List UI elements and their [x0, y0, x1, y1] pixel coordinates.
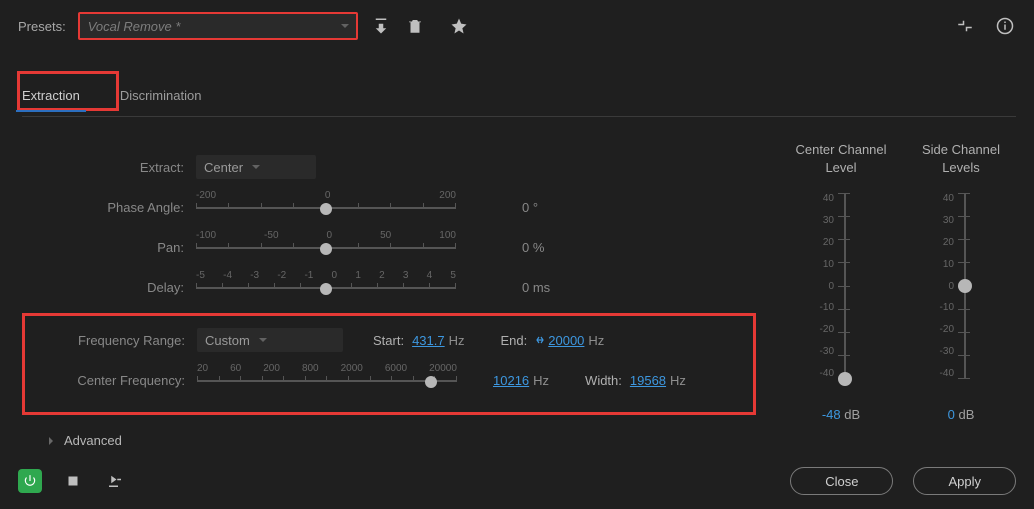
- delete-preset-button[interactable]: [404, 15, 426, 37]
- phase-slider[interactable]: -2000200: [196, 190, 456, 222]
- route-icon: [956, 17, 974, 35]
- phase-value[interactable]: 0 °: [522, 200, 538, 215]
- close-button[interactable]: Close: [790, 467, 893, 495]
- center-level-unit: dB: [844, 407, 860, 422]
- center-freq-slider[interactable]: 20602008002000600020000: [197, 363, 457, 395]
- side-level-slider[interactable]: 403020100-10-20-30-40: [936, 193, 986, 379]
- advanced-toggle[interactable]: Advanced: [46, 433, 766, 448]
- pan-label: Pan:: [22, 240, 184, 255]
- center-freq-unit: Hz: [533, 373, 549, 388]
- stop-icon: [64, 472, 82, 490]
- delay-slider[interactable]: -5-4-3-2-1012345: [196, 270, 456, 302]
- presets-label: Presets:: [18, 19, 66, 34]
- save-preset-button[interactable]: [370, 15, 392, 37]
- phase-thumb[interactable]: [320, 203, 332, 215]
- apply-button[interactable]: Apply: [913, 467, 1016, 495]
- info-button[interactable]: [994, 15, 1016, 37]
- center-level-slider[interactable]: 403020100-10-20-30-40: [816, 193, 866, 379]
- pan-thumb[interactable]: [320, 243, 332, 255]
- advanced-label: Advanced: [64, 433, 122, 448]
- tab-discrimination[interactable]: Discrimination: [120, 80, 202, 111]
- width-unit: Hz: [670, 373, 686, 388]
- side-level-ticks: 403020100-10-20-30-40: [932, 193, 954, 379]
- center-level-thumb[interactable]: [838, 372, 852, 386]
- freq-end-unit: Hz: [588, 333, 604, 348]
- save-icon: [372, 17, 390, 35]
- power-toggle[interactable]: [18, 469, 42, 493]
- freq-end-input[interactable]: 20000: [548, 333, 584, 348]
- extract-label: Extract:: [22, 160, 184, 175]
- freq-start-unit: Hz: [449, 333, 465, 348]
- center-level-value[interactable]: -48: [822, 407, 841, 422]
- center-level-heading: Center Channel Level: [786, 141, 896, 185]
- chevron-right-icon: [46, 436, 56, 446]
- share-icon: [106, 472, 124, 490]
- freq-start-label: Start:: [373, 333, 404, 348]
- phase-label: Phase Angle:: [22, 200, 184, 215]
- chevron-down-icon: [258, 335, 268, 345]
- center-freq-label: Center Frequency:: [37, 373, 185, 388]
- preset-select-value: Vocal Remove *: [88, 19, 181, 34]
- side-level-value[interactable]: 0: [948, 407, 955, 422]
- tab-extraction[interactable]: Extraction: [22, 80, 80, 111]
- star-icon: [450, 17, 468, 35]
- freq-range-value: Custom: [205, 333, 250, 348]
- stop-preview-button[interactable]: [62, 470, 84, 492]
- side-level-thumb[interactable]: [958, 279, 972, 293]
- extract-select-value: Center: [204, 160, 243, 175]
- link-icon: [535, 335, 545, 345]
- delay-ticks: -5-4-3-2-1012345: [196, 270, 456, 281]
- center-freq-input[interactable]: 10216: [493, 373, 529, 388]
- share-button[interactable]: [104, 470, 126, 492]
- center-level-ticks: 403020100-10-20-30-40: [812, 193, 834, 379]
- trash-icon: [406, 17, 424, 35]
- route-button[interactable]: [954, 15, 976, 37]
- freq-start-input[interactable]: 431.7: [412, 333, 445, 348]
- phase-ticks: -2000200: [196, 190, 456, 201]
- chevron-down-icon: [340, 21, 350, 31]
- pan-ticks: -100-50050100: [196, 230, 456, 241]
- frequency-group: Frequency Range: Custom Start: 431.7 Hz …: [22, 313, 756, 415]
- freq-range-label: Frequency Range:: [37, 333, 185, 348]
- side-level-unit: dB: [958, 407, 974, 422]
- power-icon: [23, 474, 37, 488]
- delay-value[interactable]: 0 ms: [522, 280, 550, 295]
- info-icon: [996, 17, 1014, 35]
- width-input[interactable]: 19568: [630, 373, 666, 388]
- side-level-heading: Side Channel Levels: [906, 141, 1016, 185]
- delay-label: Delay:: [22, 280, 184, 295]
- chevron-down-icon: [251, 162, 261, 172]
- preset-select[interactable]: Vocal Remove *: [78, 12, 358, 40]
- pan-slider[interactable]: -100-50050100: [196, 230, 456, 262]
- delay-thumb[interactable]: [320, 283, 332, 295]
- favorite-button[interactable]: [448, 15, 470, 37]
- center-freq-thumb[interactable]: [425, 376, 437, 388]
- pan-value[interactable]: 0 %: [522, 240, 544, 255]
- extract-select[interactable]: Center: [196, 155, 316, 179]
- freq-range-select[interactable]: Custom: [197, 328, 343, 352]
- freq-end-label: End:: [501, 333, 528, 348]
- width-label: Width:: [585, 373, 622, 388]
- center-freq-ticks: 20602008002000600020000: [197, 363, 457, 374]
